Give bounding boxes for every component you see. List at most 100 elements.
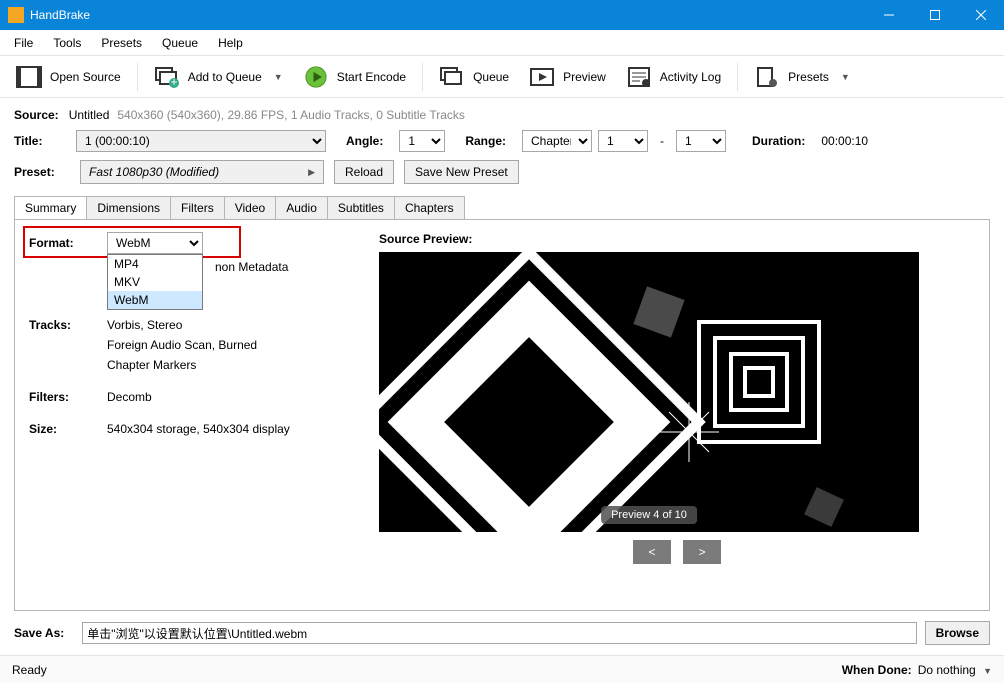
menu-presets[interactable]: Presets: [91, 32, 152, 54]
svg-text:+: +: [170, 75, 177, 88]
preview-label: Preview: [563, 70, 606, 84]
reload-button[interactable]: Reload: [334, 160, 394, 184]
queue-button[interactable]: Queue: [431, 62, 517, 92]
maximize-button[interactable]: [912, 0, 958, 30]
format-option-mp4[interactable]: MP4: [108, 255, 202, 273]
titlebar: HandBrake: [0, 0, 1004, 30]
status-text: Ready: [12, 663, 47, 677]
tab-panel-summary: Format: WebM MP4 MKV WebM non Metadata T…: [14, 220, 990, 611]
track-line: Chapter Markers: [107, 358, 257, 372]
log-icon: [626, 66, 652, 88]
chevron-down-icon: ▼: [983, 666, 992, 676]
tab-audio[interactable]: Audio: [275, 196, 328, 219]
when-done-label: When Done:: [842, 663, 912, 677]
menu-queue[interactable]: Queue: [152, 32, 208, 54]
format-option-mkv[interactable]: MKV: [108, 273, 202, 291]
preset-select[interactable]: Fast 1080p30 (Modified) ▶: [80, 160, 324, 184]
source-label: Source:: [14, 108, 59, 122]
title-select[interactable]: 1 (00:00:10): [76, 130, 326, 152]
film-icon: [16, 66, 42, 88]
duration-label: Duration:: [752, 134, 805, 148]
source-details: 540x360 (540x360), 29.86 FPS, 1 Audio Tr…: [117, 108, 465, 122]
preset-value: Fast 1080p30 (Modified): [89, 165, 219, 179]
queue-icon: [439, 66, 465, 88]
tab-summary[interactable]: Summary: [14, 196, 87, 219]
open-source-label: Open Source: [50, 70, 121, 84]
title-label: Title:: [14, 134, 60, 148]
range-label: Range:: [465, 134, 506, 148]
source-preview: Preview 4 of 10: [379, 252, 919, 532]
chevron-down-icon: ▼: [841, 72, 850, 82]
menubar: File Tools Presets Queue Help: [0, 30, 1004, 56]
tab-filters[interactable]: Filters: [170, 196, 225, 219]
start-encode-label: Start Encode: [337, 70, 406, 84]
when-done-select[interactable]: Do nothing ▼: [918, 663, 992, 677]
size-value: 540x304 storage, 540x304 display: [107, 422, 290, 436]
format-label: Format:: [29, 236, 107, 250]
activity-log-label: Activity Log: [660, 70, 721, 84]
passthru-text-tail: non Metadata: [215, 260, 288, 274]
start-encode-button[interactable]: Start Encode: [295, 62, 414, 92]
range-dash: -: [660, 134, 664, 148]
menu-help[interactable]: Help: [208, 32, 253, 54]
browse-button[interactable]: Browse: [925, 621, 990, 645]
preview-counter-badge: Preview 4 of 10: [601, 506, 697, 524]
add-queue-label: Add to Queue: [188, 70, 262, 84]
menu-file[interactable]: File: [4, 32, 43, 54]
preview-button[interactable]: Preview: [521, 62, 614, 92]
queue-label: Queue: [473, 70, 509, 84]
activity-log-button[interactable]: Activity Log: [618, 62, 729, 92]
save-as-label: Save As:: [14, 626, 64, 640]
window-title: HandBrake: [30, 8, 866, 22]
add-queue-button[interactable]: + Add to Queue ▼: [146, 62, 291, 92]
chevron-down-icon: ▼: [274, 72, 283, 82]
tab-video[interactable]: Video: [224, 196, 276, 219]
preview-next-button[interactable]: >: [683, 540, 721, 564]
save-as-input[interactable]: [82, 622, 916, 644]
save-new-preset-button[interactable]: Save New Preset: [404, 160, 519, 184]
separator: [422, 63, 423, 91]
tab-chapters[interactable]: Chapters: [394, 196, 465, 219]
save-as-row: Save As: Browse: [0, 617, 1004, 655]
chevron-right-icon: ▶: [308, 167, 315, 178]
tab-dimensions[interactable]: Dimensions: [86, 196, 171, 219]
filters-label: Filters:: [29, 390, 107, 404]
source-preview-label: Source Preview:: [379, 232, 975, 246]
format-option-webm[interactable]: WebM: [108, 291, 202, 309]
statusbar: Ready When Done: Do nothing ▼: [0, 655, 1004, 683]
app-icon: [8, 7, 24, 23]
track-line: Foreign Audio Scan, Burned: [107, 338, 257, 352]
close-button[interactable]: [958, 0, 1004, 30]
preview-prev-button[interactable]: <: [633, 540, 671, 564]
menu-tools[interactable]: Tools: [43, 32, 91, 54]
tracks-label: Tracks:: [29, 318, 107, 372]
title-row: Title: 1 (00:00:10) Angle: 1 Range: Chap…: [14, 130, 990, 152]
presets-icon: [754, 66, 780, 88]
presets-label: Presets: [788, 70, 829, 84]
toolbar: Open Source + Add to Queue ▼ Start Encod…: [0, 56, 1004, 98]
range-to-select[interactable]: 1: [676, 130, 726, 152]
duration-value: 00:00:10: [821, 134, 868, 148]
tab-subtitles[interactable]: Subtitles: [327, 196, 395, 219]
play-icon: [303, 66, 329, 88]
source-name: Untitled: [69, 108, 110, 122]
preview-icon: [529, 66, 555, 88]
angle-label: Angle:: [346, 134, 383, 148]
separator: [137, 63, 138, 91]
range-from-select[interactable]: 1: [598, 130, 648, 152]
presets-button[interactable]: Presets ▼: [746, 62, 858, 92]
open-source-button[interactable]: Open Source: [8, 62, 129, 92]
queue-add-icon: +: [154, 66, 180, 88]
separator: [737, 63, 738, 91]
size-label: Size:: [29, 422, 107, 436]
format-select[interactable]: WebM: [107, 232, 203, 254]
preset-label: Preset:: [14, 165, 60, 179]
minimize-button[interactable]: [866, 0, 912, 30]
preset-row: Preset: Fast 1080p30 (Modified) ▶ Reload…: [14, 160, 990, 184]
track-line: Vorbis, Stereo: [107, 318, 257, 332]
filters-value: Decomb: [107, 390, 152, 404]
source-row: Source: Untitled 540x360 (540x360), 29.8…: [14, 108, 990, 122]
format-dropdown: MP4 MKV WebM: [107, 254, 203, 310]
range-type-select[interactable]: Chapters: [522, 130, 592, 152]
angle-select[interactable]: 1: [399, 130, 445, 152]
